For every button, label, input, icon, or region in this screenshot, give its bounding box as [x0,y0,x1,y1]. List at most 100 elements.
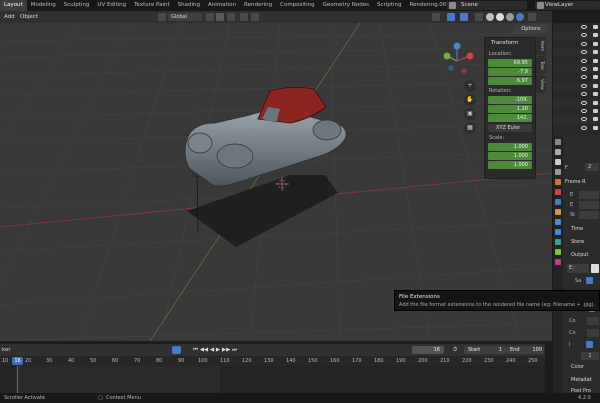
timeline-body[interactable] [0,366,545,393]
playhead-frame-label[interactable]: 16 [12,357,23,365]
workspace-tab-compositing[interactable]: Compositing [276,0,318,11]
proportional-edit-icon[interactable] [240,13,248,21]
wireframe-shading-icon[interactable] [486,13,494,21]
eye-icon[interactable] [581,117,587,122]
location-z-field[interactable]: 6.97 [488,77,532,85]
output-tab-icon[interactable] [555,159,561,165]
eye-icon[interactable] [581,66,587,71]
tool-tab-icon[interactable] [555,139,561,145]
car-model[interactable] [184,87,347,187]
camera-view-icon[interactable]: ▣ [464,108,476,120]
outliner-row[interactable] [553,124,600,132]
transform-panel-title[interactable]: Transform [485,38,535,48]
gizmo-toggle-icon[interactable] [447,13,455,21]
constraints-tab-icon[interactable] [555,249,561,255]
rotation-y-field[interactable]: 1.20 [488,105,532,113]
record-icon[interactable] [172,346,181,354]
outliner-row[interactable] [553,90,600,98]
zoom-icon[interactable]: + [464,80,476,92]
outliner-row[interactable] [553,107,600,115]
output-path-field[interactable]: E: [567,264,589,273]
transform-orientation-dropdown[interactable]: Global [168,13,202,21]
location-x-field[interactable]: 69.95 [488,59,532,67]
scale-x-field[interactable]: 1.000 [488,143,532,151]
scene-selector[interactable]: Scene [447,1,527,10]
outliner-row[interactable] [553,31,600,40]
navigation-gizmo[interactable] [443,42,474,74]
render-visibility-icon[interactable] [593,75,598,80]
quality-field[interactable]: 1 [581,352,599,360]
eye-icon[interactable] [581,100,587,105]
playhead-line[interactable] [17,366,18,393]
frame-rate-section[interactable]: Frame R [565,178,586,187]
workspace-tab-geometry-nodes[interactable]: Geometry Nodes [319,0,373,11]
render-visibility-icon[interactable] [593,41,598,46]
color-field-2[interactable] [587,317,599,325]
eye-icon[interactable] [581,83,587,88]
workspace-tab-sculpting[interactable]: Sculpting [60,0,94,11]
outliner-row[interactable] [553,81,600,91]
timeline-ruler[interactable]: 16 10 20 30 40 50 60 70 80 90 100 110 12… [0,356,545,366]
eye-icon[interactable] [581,50,587,55]
render-visibility-icon[interactable] [593,66,598,71]
material-shading-icon[interactable] [506,13,514,21]
time-section[interactable]: Time [571,225,583,234]
render-visibility-icon[interactable] [593,92,598,97]
perspective-toggle-icon[interactable]: ▦ [464,122,476,134]
shading-options-icon[interactable] [528,13,536,21]
file-extensions-checkbox[interactable] [586,277,593,284]
outliner-row[interactable] [553,40,600,48]
render-visibility-icon[interactable] [593,100,598,105]
physics-tab-icon[interactable] [555,239,561,245]
marker-menu[interactable]: ker [2,344,11,356]
material-tab-icon[interactable] [555,259,561,265]
modifier-tab-icon[interactable] [555,219,561,225]
frame-rate-field[interactable]: 2 [585,163,599,171]
render-visibility-icon[interactable] [593,25,598,29]
rendered-shading-icon[interactable] [516,13,524,21]
render-visibility-icon[interactable] [593,117,598,122]
render-visibility-icon[interactable] [593,108,598,113]
start-frame-field[interactable]: Start 1 [464,346,506,354]
eye-icon[interactable] [581,92,587,97]
eye-icon[interactable] [581,25,587,29]
workspace-tab-shading[interactable]: Shading [174,0,204,11]
options-dropdown[interactable]: Options [514,25,548,34]
current-frame-field[interactable]: 16 [412,346,444,354]
folder-icon[interactable] [591,264,599,273]
render-tab-icon[interactable] [555,149,561,155]
render-visibility-icon[interactable] [593,58,598,63]
tab-item[interactable]: Item [536,37,546,55]
scale-z-field[interactable]: 1.000 [488,161,532,169]
workspace-tab-animation[interactable]: Animation [204,0,240,11]
rotation-z-field[interactable]: 142. [488,114,532,122]
end-frame-field[interactable]: End 100 [506,346,544,354]
visibility-icon[interactable] [432,13,440,21]
outliner-row[interactable] [553,115,600,124]
view-layer-selector[interactable]: ViewLayer [535,1,600,10]
transform-orientation-icon[interactable] [158,13,166,21]
scene-tab-icon[interactable] [555,179,561,185]
image-checkbox[interactable] [586,341,593,348]
clock-icon[interactable]: ⏱ [453,344,457,356]
object-menu[interactable]: Object [20,11,38,23]
workspace-tab-modeling[interactable]: Modeling [27,0,60,11]
stereoscopy-section[interactable]: Stere [571,238,584,247]
workspace-tab-texture-paint[interactable]: Texture Paint [130,0,174,11]
eye-icon[interactable] [581,108,587,113]
location-y-field[interactable]: -7.9 [488,68,532,76]
object-tab-icon[interactable] [555,209,561,215]
overlay-toggle-icon[interactable] [460,13,468,21]
outliner[interactable] [552,23,600,135]
add-menu[interactable]: Add [4,11,15,23]
outliner-row[interactable] [553,64,600,74]
pivot-point-icon[interactable] [206,13,214,21]
workspace-tab-rendering[interactable]: Rendering [240,0,276,11]
xray-toggle-icon[interactable] [475,13,483,21]
color-field-3[interactable] [587,329,599,337]
frame-end-field[interactable] [579,201,599,209]
workspace-tab-scripting[interactable]: Scripting [373,0,405,11]
color-section[interactable]: Color [571,363,584,372]
world-tab-icon[interactable] [555,189,561,195]
eye-icon[interactable] [581,41,587,46]
